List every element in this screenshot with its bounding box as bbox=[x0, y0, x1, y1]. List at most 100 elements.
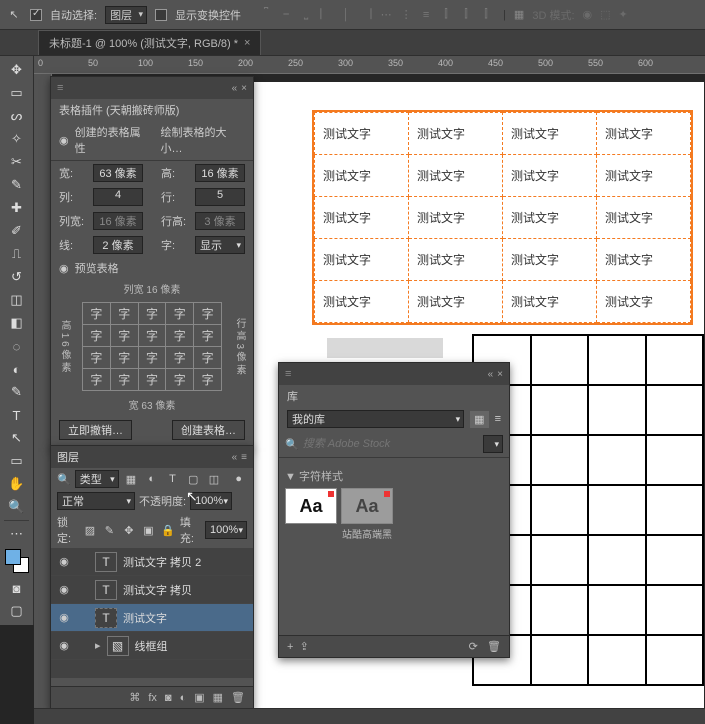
filter-toggle-icon[interactable]: ● bbox=[230, 470, 247, 488]
align-left-icon[interactable]: ⎸ bbox=[317, 6, 335, 24]
foreground-color-swatch[interactable] bbox=[5, 549, 21, 565]
healing-tool[interactable]: ✚ bbox=[3, 197, 31, 219]
eye-icon[interactable]: ◉ bbox=[59, 262, 69, 275]
list-view-icon[interactable]: ≡ bbox=[495, 413, 501, 425]
filter-adjust-icon[interactable]: ◐ bbox=[143, 470, 160, 488]
library-item[interactable]: Aa bbox=[285, 488, 337, 541]
overlap-icon[interactable]: ▦ bbox=[514, 8, 524, 21]
font-select[interactable]: 显示 bbox=[195, 236, 245, 254]
width-input[interactable]: 63 像素 bbox=[93, 164, 143, 182]
distribute-icon-4[interactable]: ⫿ bbox=[437, 6, 455, 24]
close-tab-icon[interactable]: × bbox=[244, 37, 250, 49]
distribute-icon-6[interactable]: ⫿ bbox=[477, 6, 495, 24]
upload-icon[interactable]: ⇪ bbox=[300, 641, 309, 653]
lock-image-icon[interactable]: ✎ bbox=[102, 521, 118, 539]
adjustment-layer-icon[interactable]: ◐ bbox=[180, 692, 187, 704]
tab-size[interactable]: 绘制表格的大小… bbox=[161, 124, 245, 156]
document-tab[interactable]: 未标题-1 @ 100% (测试文字, RGB/8) * × bbox=[38, 30, 261, 55]
edit-toolbar-icon[interactable]: ⋯ bbox=[3, 523, 31, 545]
library-search-input[interactable] bbox=[303, 435, 479, 453]
quickmask-icon[interactable]: ◙ bbox=[3, 577, 31, 599]
auto-select-checkbox[interactable] bbox=[30, 9, 42, 21]
panel-close-icon[interactable]: × bbox=[497, 369, 503, 380]
delete-layer-icon[interactable]: 🗑 bbox=[231, 691, 245, 704]
library-select[interactable]: 我的库 bbox=[287, 410, 464, 428]
undo-button[interactable]: 立即撤销… bbox=[59, 420, 132, 440]
color-swatches[interactable] bbox=[5, 549, 29, 573]
align-top-icon[interactable]: ⎴ bbox=[257, 6, 275, 24]
path-select-tool[interactable]: ↖ bbox=[3, 427, 31, 449]
brush-tool[interactable]: ✐ bbox=[3, 220, 31, 242]
delete-icon[interactable]: 🗑 bbox=[487, 641, 501, 653]
section-char-styles[interactable]: ▼ 字符样式 bbox=[285, 468, 503, 484]
distribute-icon-3[interactable]: ≡ bbox=[417, 6, 435, 24]
panel-collapse-icon[interactable]: « bbox=[232, 452, 238, 463]
lasso-tool[interactable]: ᔕ bbox=[3, 105, 31, 127]
zoom-tool[interactable]: 🔍 bbox=[3, 496, 31, 518]
layer-mask-icon[interactable]: ◙ bbox=[165, 692, 172, 704]
sync-icon[interactable]: ⟳ bbox=[469, 641, 478, 653]
distribute-icon-5[interactable]: ⫿ bbox=[457, 6, 475, 24]
tab-props[interactable]: 创建的表格属性 bbox=[75, 124, 149, 156]
auto-select-target[interactable]: 图层 bbox=[105, 6, 147, 24]
visibility-icon[interactable]: ◉ bbox=[55, 639, 73, 652]
shape-tool[interactable]: ▭ bbox=[3, 450, 31, 472]
panel-close-icon[interactable]: × bbox=[241, 83, 247, 94]
mode-3d-icon-1[interactable]: ◉ bbox=[583, 8, 593, 21]
rows-input[interactable]: 5 bbox=[195, 188, 245, 206]
layer-fx-icon[interactable]: fx bbox=[148, 692, 157, 704]
dodge-tool[interactable]: ◐ bbox=[3, 358, 31, 380]
gradient-tool[interactable]: ◧ bbox=[3, 312, 31, 334]
visibility-icon[interactable]: ◉ bbox=[55, 611, 73, 624]
lock-all-icon[interactable]: 🔒 bbox=[160, 521, 176, 539]
lock-transparent-icon[interactable]: ▨ bbox=[82, 521, 98, 539]
visibility-icon[interactable]: ◉ bbox=[55, 555, 73, 568]
align-bottom-icon[interactable]: ⎵ bbox=[297, 6, 315, 24]
lock-artboard-icon[interactable]: ▣ bbox=[141, 521, 157, 539]
filter-pixel-icon[interactable]: ▦ bbox=[123, 470, 140, 488]
align-hcenter-icon[interactable]: │ bbox=[337, 6, 355, 24]
screenmode-icon[interactable]: ▢ bbox=[3, 600, 31, 622]
height-input[interactable]: 16 像素 bbox=[195, 164, 245, 182]
panel-header[interactable]: ≡ «× bbox=[51, 77, 253, 99]
move-tool[interactable]: ✥ bbox=[3, 59, 31, 81]
history-brush-tool[interactable]: ↺ bbox=[3, 266, 31, 288]
distribute-v-icon[interactable]: ⋮ bbox=[397, 6, 415, 24]
colw-input[interactable]: 16 像素 bbox=[93, 212, 143, 230]
search-scope-select[interactable] bbox=[483, 435, 503, 453]
new-layer-icon[interactable]: ▦ bbox=[213, 691, 223, 704]
filter-search-icon[interactable]: 🔍 bbox=[57, 473, 71, 486]
fill-input[interactable]: 100% bbox=[205, 521, 247, 539]
crop-tool[interactable]: ✂ bbox=[3, 151, 31, 173]
panel-collapse-icon[interactable]: « bbox=[232, 83, 238, 94]
grid-view-icon[interactable]: ▦ bbox=[470, 411, 488, 428]
filter-type-icon[interactable]: T bbox=[164, 470, 181, 488]
opacity-input[interactable]: 100% bbox=[190, 492, 232, 510]
filter-smart-icon[interactable]: ◫ bbox=[206, 470, 223, 488]
layer-row[interactable]: ◉T测试文字 bbox=[51, 604, 253, 632]
link-layers-icon[interactable]: ⌘ bbox=[129, 691, 140, 704]
cols-input[interactable]: 4 bbox=[93, 188, 143, 206]
align-vcenter-icon[interactable]: ⎯ bbox=[277, 6, 295, 24]
magic-wand-tool[interactable]: ✧ bbox=[3, 128, 31, 150]
show-transform-checkbox[interactable] bbox=[155, 9, 167, 21]
search-icon[interactable]: 🔍 bbox=[285, 438, 299, 451]
create-table-button[interactable]: 创建表格… bbox=[172, 420, 245, 440]
filter-kind-select[interactable]: 类型 bbox=[75, 470, 119, 488]
panel-menu-icon[interactable]: ≡ bbox=[241, 452, 247, 463]
align-right-icon[interactable]: ⎹ bbox=[357, 6, 375, 24]
panel-header[interactable]: ≡ «× bbox=[279, 363, 509, 385]
eyedropper-tool[interactable]: ✎ bbox=[3, 174, 31, 196]
filter-shape-icon[interactable]: ▢ bbox=[185, 470, 202, 488]
mode-3d-icon-2[interactable]: ⬚ bbox=[600, 8, 610, 21]
type-tool[interactable]: T bbox=[3, 404, 31, 426]
hand-tool[interactable]: ✋ bbox=[3, 473, 31, 495]
blur-tool[interactable]: ◌ bbox=[3, 335, 31, 357]
lock-position-icon[interactable]: ✥ bbox=[121, 521, 137, 539]
visibility-icon[interactable]: ◉ bbox=[55, 583, 73, 596]
layer-row[interactable]: ◉T测试文字 拷贝 bbox=[51, 576, 253, 604]
mode-3d-icon-3[interactable]: ✦ bbox=[619, 8, 628, 21]
eraser-tool[interactable]: ◫ bbox=[3, 289, 31, 311]
line-input[interactable]: 2 像素 bbox=[93, 236, 143, 254]
panel-collapse-icon[interactable]: « bbox=[488, 369, 494, 380]
